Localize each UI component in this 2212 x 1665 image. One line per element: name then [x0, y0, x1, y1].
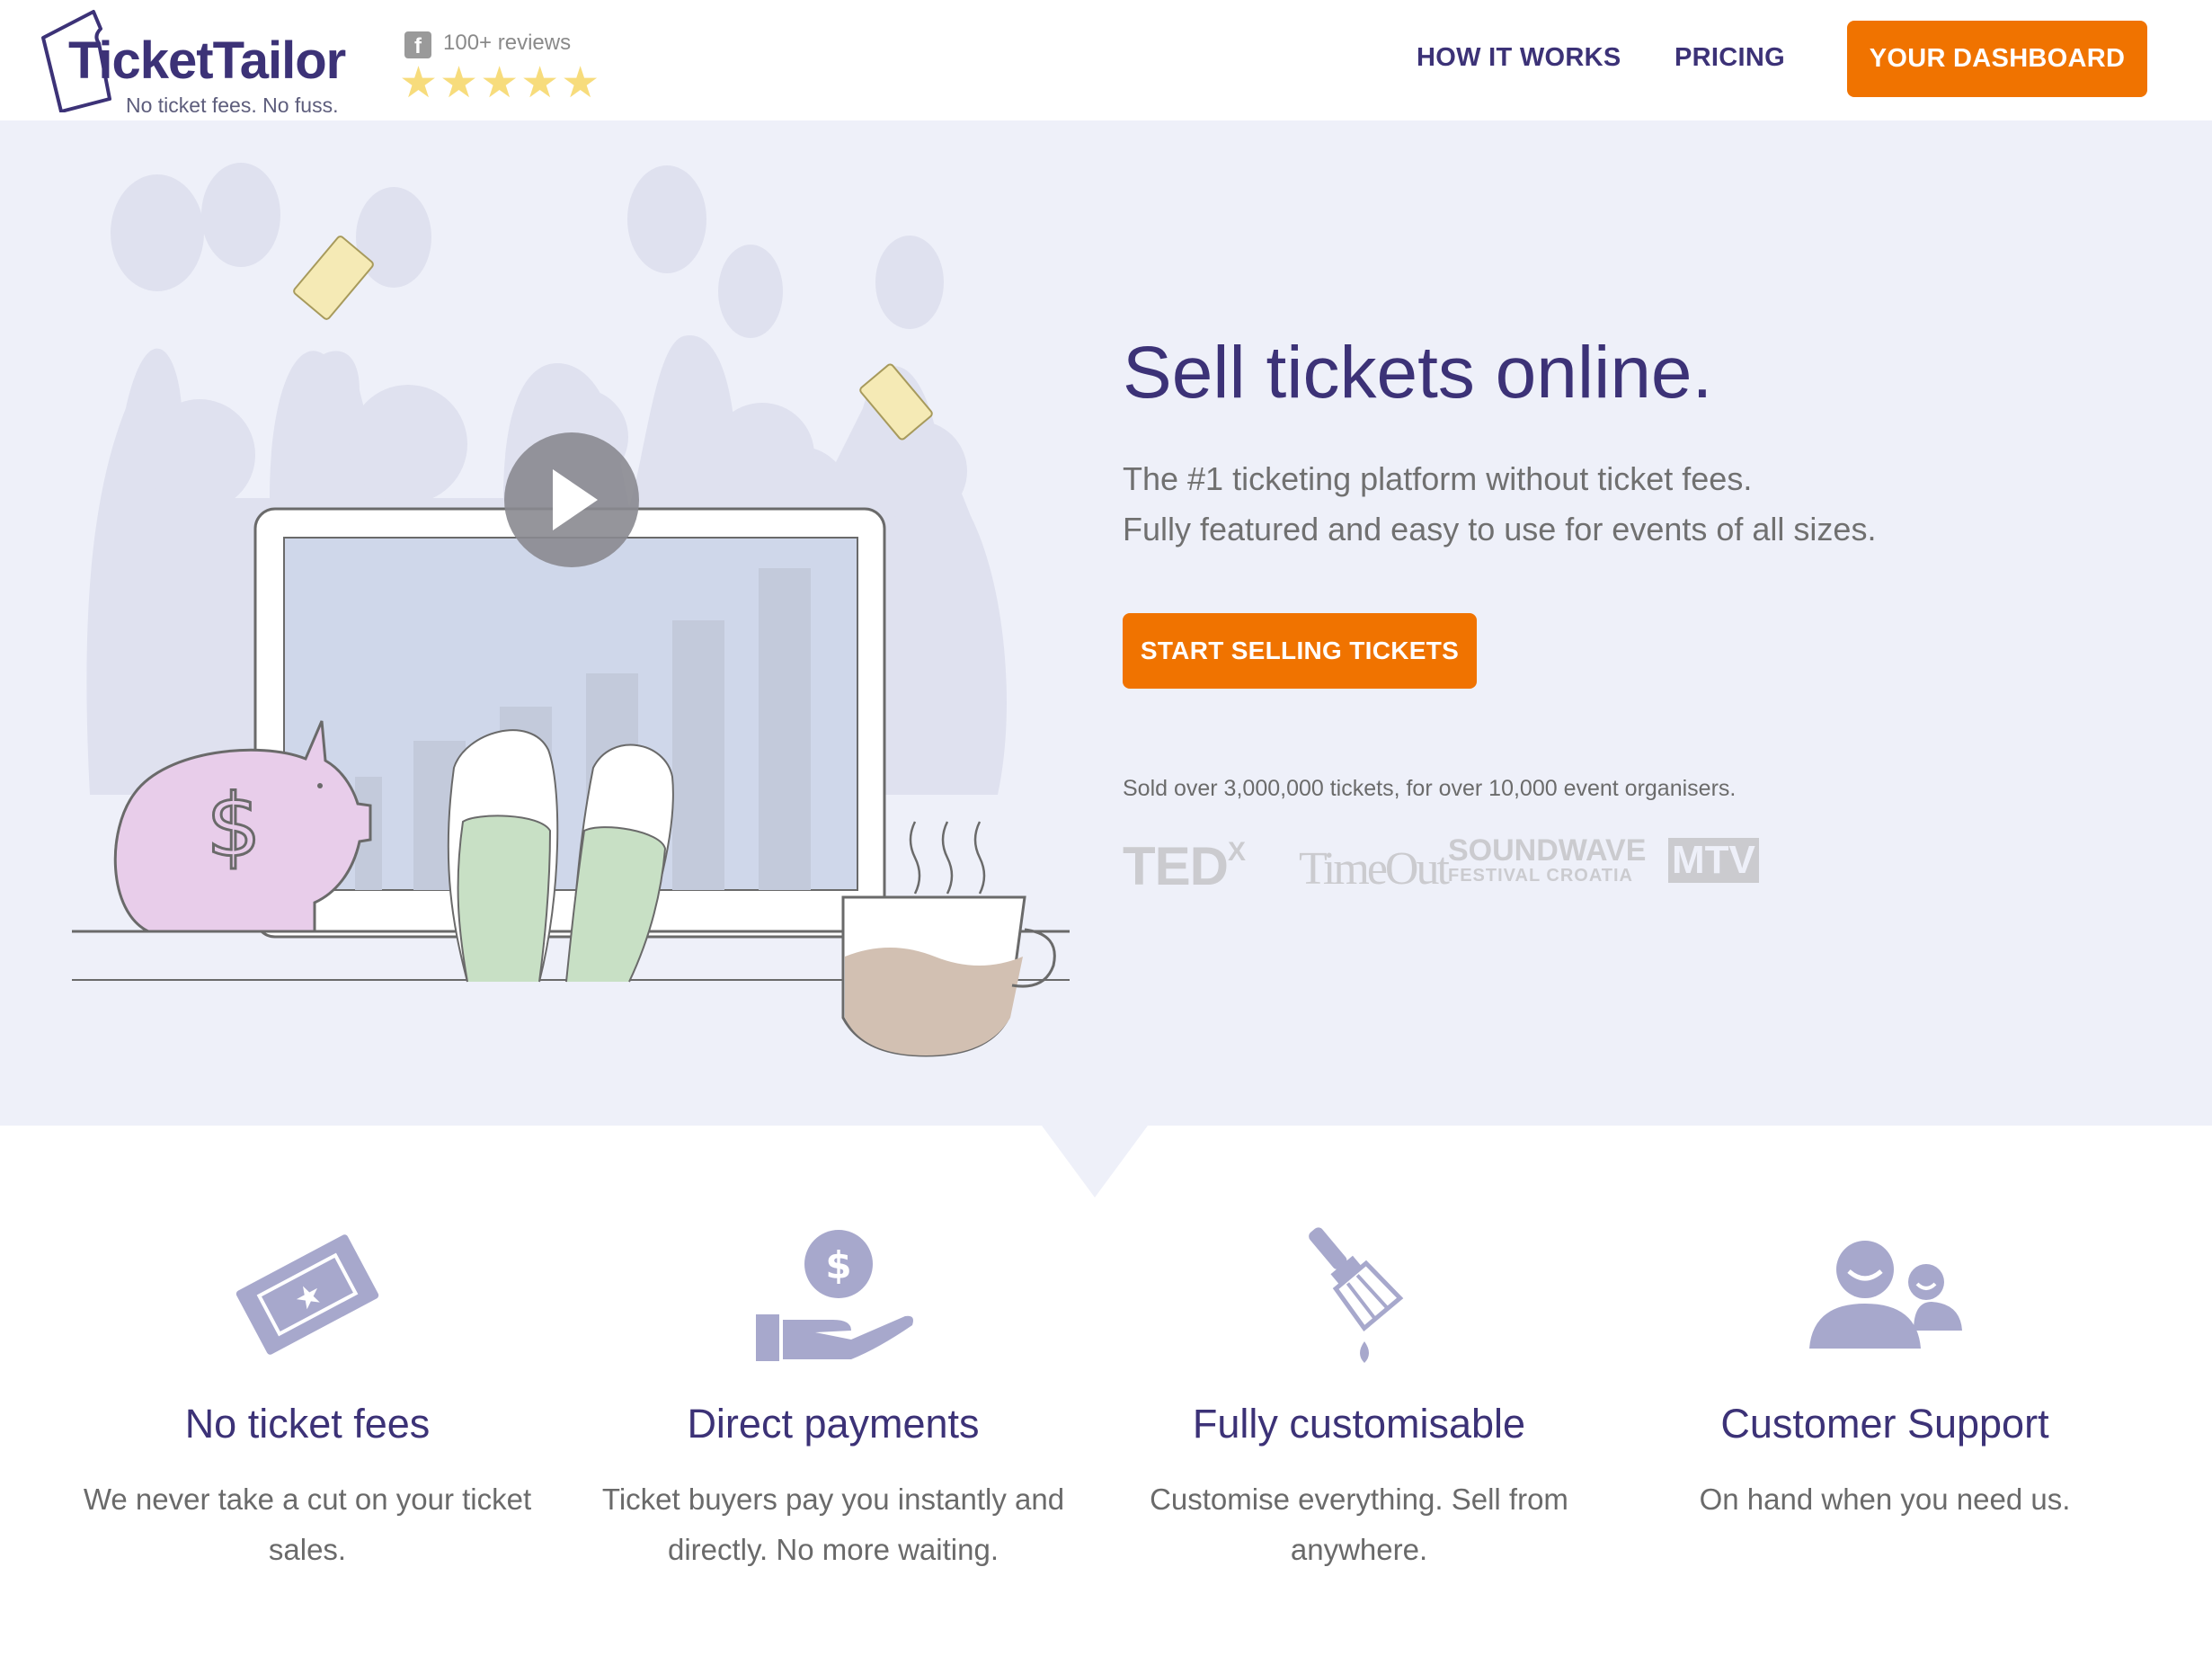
mtv-logo: MTV	[1668, 838, 1759, 883]
feature-text: We never take a cut on your ticket sales…	[83, 1482, 532, 1566]
hero-subtitle-line-1: The #1 ticketing platform without ticket…	[1123, 460, 1753, 497]
paint-brush-icon	[1309, 1227, 1404, 1363]
facebook-reviews[interactable]: f 100+ reviews ★★★★★	[399, 29, 620, 107]
site-header: TicketTailor No ticket fees. No fuss. f …	[0, 0, 2212, 120]
svg-text:$: $	[206, 776, 261, 877]
dashboard-button[interactable]: YOUR DASHBOARD	[1847, 21, 2147, 97]
timeout-logo: TimeOut	[1299, 843, 1450, 895]
tedx-logo: TEDX	[1123, 836, 1246, 896]
hero-pointer	[1042, 1126, 1148, 1198]
hero-subtitle: The #1 ticketing platform without ticket…	[1123, 454, 1876, 555]
ticket-icon: ★	[235, 1234, 379, 1355]
hero-illustration: $	[72, 163, 1070, 1057]
ticket-tailor-logo[interactable]: TicketTailor No ticket fees. No fuss.	[41, 9, 356, 117]
hero-title: Sell tickets online.	[1123, 332, 1713, 414]
logo-wordmark: TicketTailor	[68, 31, 346, 90]
facebook-icon: f	[404, 31, 431, 58]
logo-tagline: No ticket fees. No fuss.	[126, 93, 339, 117]
feature-text: Customise everything. Sell from anywhere…	[1150, 1482, 1568, 1566]
feature-no-ticket-fees: ★ No ticket fees We never take a cut on …	[56, 1205, 559, 1582]
feature-direct-payments: $ Direct payments Ticket buyers pay you …	[582, 1205, 1085, 1582]
soundwave-logo: SOUNDWAVE FESTIVAL CROATIA	[1448, 833, 1647, 886]
support-people-icon	[1809, 1241, 1962, 1349]
start-selling-button[interactable]: START SELLING TICKETS	[1123, 613, 1477, 689]
feature-text: On hand when you need us.	[1699, 1482, 2071, 1516]
star-rating-icon: ★★★★★	[399, 59, 602, 107]
feature-title: Direct payments	[687, 1401, 980, 1447]
feature-fully-customisable: Fully customisable Customise everything.…	[1107, 1205, 1611, 1582]
hero-subtitle-line-2: Fully featured and easy to use for event…	[1123, 511, 1877, 548]
hero-section: $ Sell tickets online. The #1 ticketing …	[0, 120, 2212, 1126]
nav-how-it-works[interactable]: HOW IT WORKS	[1417, 43, 1621, 73]
feature-title: No ticket fees	[184, 1401, 431, 1447]
sold-stats: Sold over 3,000,000 tickets, for over 10…	[1123, 776, 1737, 801]
payment-hand-icon: $	[756, 1230, 913, 1361]
nav-pricing[interactable]: PRICING	[1675, 43, 1785, 73]
feature-customer-support: Customer Support On hand when you need u…	[1633, 1205, 2136, 1582]
reviews-count: 100+ reviews	[443, 31, 572, 55]
svg-text:$: $	[825, 1243, 851, 1287]
feature-title: Fully customisable	[1192, 1401, 1526, 1447]
feature-title: Customer Support	[1720, 1401, 2049, 1447]
play-video-icon	[504, 432, 639, 567]
feature-text: Ticket buyers pay you instantly and dire…	[601, 1482, 1065, 1566]
